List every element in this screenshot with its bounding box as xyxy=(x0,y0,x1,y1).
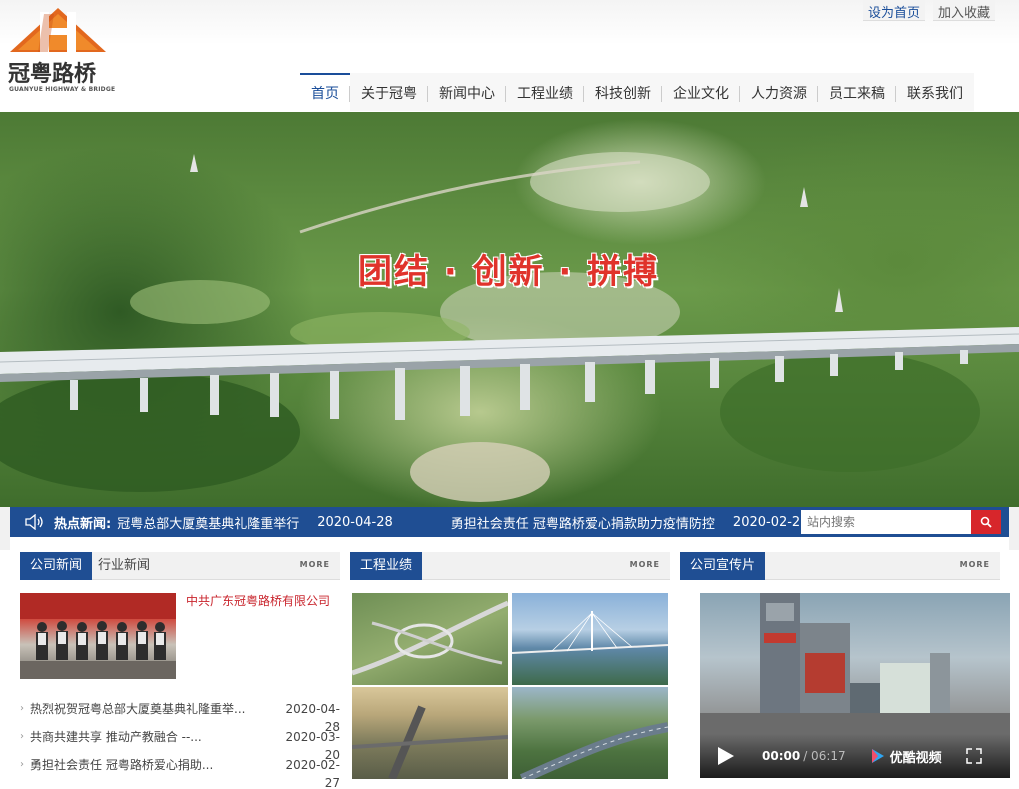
news-date: 2020-02-27 xyxy=(285,758,340,789)
news-feature-image[interactable] xyxy=(20,593,176,679)
bullet-icon: › xyxy=(20,703,24,714)
youku-brand: 优酷视频 xyxy=(870,747,942,766)
hero-banner[interactable]: 团结 · 创新 · 拼搏 xyxy=(0,112,1019,507)
promo-more-link[interactable]: MORE xyxy=(960,560,990,569)
projects-more-link[interactable]: MORE xyxy=(630,560,660,569)
cable-bridge-scene xyxy=(512,611,668,654)
page: 冠粤路桥 GUANYUE HIGHWAY & BRIDGE 设为首页 加入收藏 … xyxy=(0,0,1019,789)
list-item[interactable]: › 共商共建共享 推动产教融合 --... 2020-03-20 xyxy=(20,728,340,762)
company-news-more-link[interactable]: MORE xyxy=(300,560,330,569)
tab-promo-video[interactable]: 公司宣传片 xyxy=(680,552,766,580)
bullet-icon: › xyxy=(20,731,24,742)
set-homepage-link[interactable]: 设为首页 xyxy=(862,0,925,21)
news-title[interactable]: 勇担社会责任 冠粤路桥爱心捐助... xyxy=(30,756,278,784)
group-photo xyxy=(20,593,176,679)
promo-video-header: 公司宣传片 MORE xyxy=(680,552,1000,580)
hot-news-item[interactable]: 勇担社会责任 冠粤路桥爱心捐款助力疫情防控 xyxy=(451,513,715,532)
tab-company-news[interactable]: 公司新闻 xyxy=(20,552,93,580)
search-input[interactable] xyxy=(801,510,971,534)
hot-news-label: 热点新闻: xyxy=(54,516,112,532)
nav-item-contributions[interactable]: 员工来稿 xyxy=(818,73,896,111)
news-date: 2020-03-20 xyxy=(285,730,340,762)
fullscreen-icon[interactable] xyxy=(965,748,982,764)
speaker-icon xyxy=(25,514,43,530)
news-title[interactable]: 共商共建共享 推动产教融合 --... xyxy=(30,728,278,756)
site-header: 冠粤路桥 GUANYUE HIGHWAY & BRIDGE 设为首页 加入收藏 … xyxy=(0,0,1019,112)
logo-english-name: GUANYUE HIGHWAY & BRIDGE xyxy=(9,86,116,93)
project-image-highway[interactable] xyxy=(352,687,508,779)
play-icon[interactable] xyxy=(718,747,734,765)
highway-scene xyxy=(352,705,508,779)
hot-news-bar: 热点新闻: 冠粤总部大厦奠基典礼隆重举行 2020-04-28 勇担社会责任 冠… xyxy=(10,507,1009,537)
list-item[interactable]: › 勇担社会责任 冠粤路桥爱心捐助... 2020-02-27 xyxy=(20,756,340,789)
video-controls: 00:00 / 06:17 优酷视频 xyxy=(700,734,1010,778)
video-current-time: 00:00 xyxy=(762,749,801,763)
nav-item-culture[interactable]: 企业文化 xyxy=(662,73,740,111)
list-item[interactable]: › 热烈祝贺冠粤总部大厦奠基典礼隆重举... 2020-04-28 xyxy=(20,700,340,734)
search-button[interactable] xyxy=(971,510,1001,534)
company-news-list: › 热烈祝贺冠粤总部大厦奠基典礼隆重举... 2020-04-28 › 共商共建… xyxy=(20,700,340,789)
interchange-scene xyxy=(352,600,508,676)
news-date: 2020-04-28 xyxy=(285,702,340,734)
hot-news-date: 2020-02-27 xyxy=(732,514,809,530)
banner-edge-left xyxy=(0,507,10,550)
project-image-interchange[interactable] xyxy=(352,593,508,685)
top-links: 设为首页 加入收藏 xyxy=(862,0,995,21)
video-duration: / 06:17 xyxy=(803,749,846,763)
nav-item-contact[interactable]: 联系我们 xyxy=(896,73,974,111)
news-title[interactable]: 热烈祝贺冠粤总部大厦奠基典礼隆重举... xyxy=(30,700,278,728)
hot-news-item[interactable]: 冠粤总部大厦奠基典礼隆重举行 xyxy=(117,513,299,532)
projects-header: 工程业绩 MORE xyxy=(350,552,670,580)
nav-item-projects[interactable]: 工程业绩 xyxy=(506,73,584,111)
nav-item-about[interactable]: 关于冠粤 xyxy=(350,73,428,111)
site-logo[interactable]: 冠粤路桥 GUANYUE HIGHWAY & BRIDGE xyxy=(8,8,116,96)
main-nav: 首页 关于冠粤 新闻中心 工程业绩 科技创新 企业文化 人力资源 员工来稿 联系… xyxy=(300,73,974,111)
mountain-road-scene xyxy=(519,722,668,779)
banner-scenery xyxy=(0,152,1019,502)
site-search xyxy=(801,510,1001,534)
news-feature-title[interactable]: 中共广东冠粤路桥有限公司 xyxy=(186,592,330,609)
logo-chinese-name: 冠粤路桥 xyxy=(8,62,97,87)
project-image-mountain-road[interactable] xyxy=(512,687,668,779)
project-image-cable-bridge[interactable] xyxy=(512,593,668,685)
promo-video-player[interactable]: 00:00 / 06:17 优酷视频 xyxy=(700,593,1010,778)
search-icon xyxy=(980,516,992,528)
logo-mark-icon xyxy=(10,8,106,52)
hot-news-date: 2020-04-28 xyxy=(317,514,393,530)
banner-slogan: 团结 · 创新 · 拼搏 xyxy=(358,252,660,292)
bullet-icon: › xyxy=(20,759,24,770)
youku-brand-label: 优酷视频 xyxy=(889,750,942,766)
nav-item-home[interactable]: 首页 xyxy=(300,73,350,111)
company-news-header: 公司新闻 行业新闻 MORE xyxy=(20,552,340,580)
nav-item-news[interactable]: 新闻中心 xyxy=(428,73,506,111)
tab-projects[interactable]: 工程业绩 xyxy=(350,552,423,580)
youku-logo-icon xyxy=(871,749,884,763)
nav-item-hr[interactable]: 人力资源 xyxy=(740,73,818,111)
tab-industry-news[interactable]: 行业新闻 xyxy=(88,552,160,580)
add-favorite-link[interactable]: 加入收藏 xyxy=(932,0,995,21)
nav-item-technology[interactable]: 科技创新 xyxy=(584,73,662,111)
banner-edge-right xyxy=(1009,507,1019,550)
